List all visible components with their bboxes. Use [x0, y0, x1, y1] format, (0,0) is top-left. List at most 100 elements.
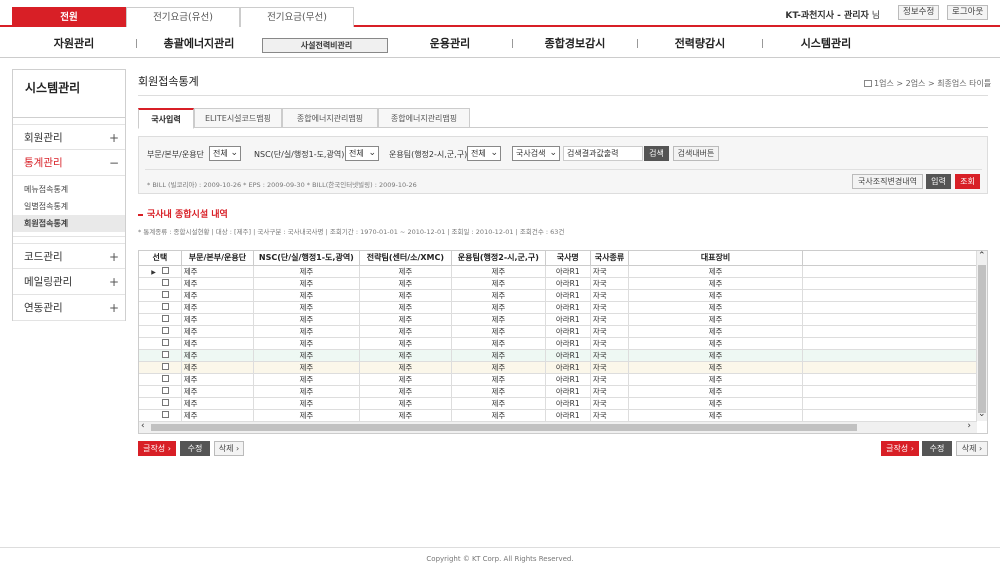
side-sub-menu-stats[interactable]: 메뉴접속통계	[13, 181, 125, 198]
table-row[interactable]: ▶ 제주제주제주제주아라R1자국제주	[139, 337, 977, 350]
row-checkbox[interactable]	[161, 374, 169, 382]
top-tab-wired-bill[interactable]: 전기요금(유선)	[126, 7, 240, 27]
scroll-up-icon[interactable]: ⌃	[978, 251, 986, 261]
table-cell-empty	[802, 409, 977, 422]
table-cell: 아라R1	[545, 301, 591, 314]
team-select[interactable]: 전체 ⌄	[467, 146, 501, 161]
gnb-energy[interactable]: 총괄에너지관리	[137, 29, 261, 58]
table-row[interactable]: ▶ 제주제주제주제주아라R1자국제주	[139, 409, 977, 422]
logout-button[interactable]: 로그아웃	[947, 5, 989, 20]
table-row[interactable]: ▶ 제주제주제주제주아라R1자국제주	[139, 397, 977, 410]
nsc-select[interactable]: 전체 ⌄	[345, 146, 379, 161]
search-result-input[interactable]: 검색결과값출력	[563, 146, 643, 161]
export-button[interactable]: 검색내버튼	[673, 146, 719, 161]
row-checkbox[interactable]	[161, 302, 169, 310]
edit-button-left[interactable]: 수정	[180, 441, 210, 456]
table-row[interactable]: ▶ 제주제주제주제주아라R1자국제주	[139, 301, 977, 314]
search-button[interactable]: 검색	[644, 146, 669, 161]
col-select[interactable]: 선택	[139, 251, 182, 266]
side-item-stats[interactable]: 통계관리 −	[13, 150, 125, 176]
table-row[interactable]: ▶ 제주제주제주제주아라R1자국제주	[139, 373, 977, 386]
table-row[interactable]: ▶ 제주제주제주제주아라R1자국제주	[139, 289, 977, 302]
table-cell: 제주	[628, 373, 803, 386]
col-strategy-team[interactable]: 전략팀(센터/소/XMC)	[359, 251, 453, 266]
user-name: KT-과천지사 - 관리자	[785, 11, 869, 21]
table-row[interactable]: ▶ 제주제주제주제주아라R1자국제주	[139, 313, 977, 326]
table-cell: 제주	[253, 397, 360, 410]
scroll-thumb[interactable]	[151, 424, 857, 431]
user-suffix: 님	[871, 11, 880, 21]
table-cell: 제주	[253, 325, 360, 338]
side-item-code[interactable]: 코드관리 +	[13, 243, 125, 269]
gnb-resource[interactable]: 자원관리	[12, 29, 136, 58]
row-checkbox[interactable]	[161, 398, 169, 406]
table-cell: 제주	[253, 313, 360, 326]
col-office-type[interactable]: 국사종류	[590, 251, 630, 266]
tab-elite-mapping[interactable]: ELITE시설코드맵핑	[194, 108, 282, 128]
row-checkbox[interactable]	[161, 350, 169, 358]
table-cell: 아라R1	[545, 409, 591, 422]
table-cell: 아라R1	[545, 289, 591, 302]
tab-energy-mapping-2[interactable]: 종합에너지관리맵핑	[378, 108, 470, 128]
org-change-history-button[interactable]: 국사조직변경내역	[852, 174, 923, 189]
table-cell: 제주	[451, 361, 546, 374]
query-button[interactable]: 조회	[955, 174, 980, 189]
row-checkbox[interactable]	[161, 278, 169, 286]
edit-button-right[interactable]: 수정	[922, 441, 952, 456]
scroll-down-icon[interactable]: ⌄	[978, 409, 986, 419]
vertical-scrollbar[interactable]: ⌃ ⌄	[976, 251, 987, 421]
side-item-mailing[interactable]: 메일링관리 +	[13, 269, 125, 295]
table-row[interactable]: ▶ 제주제주제주제주아라R1자국제주	[139, 385, 977, 398]
table-row[interactable]: ▶ 제주제주제주제주아라R1자국제주	[139, 277, 977, 290]
table-cell: 제주	[359, 373, 453, 386]
table-cell: 아라R1	[545, 361, 591, 374]
side-sub-daily-stats[interactable]: 일별접속통계	[13, 198, 125, 215]
top-tab-wireless-bill[interactable]: 전기요금(무선)	[240, 7, 354, 27]
table-row[interactable]: ▶ 제주제주제주제주아라R1자국제주	[139, 349, 977, 362]
col-operation-team[interactable]: 운용팀(행정2-시,군,구)	[451, 251, 546, 266]
table-cell: 제주	[253, 409, 360, 422]
table-cell: 제주	[628, 265, 803, 278]
write-button-left[interactable]: 글작성 ›	[138, 441, 176, 456]
row-checkbox[interactable]	[161, 314, 169, 322]
table-row[interactable]: ▶ 제주제주제주제주아라R1자국제주	[139, 265, 977, 278]
edit-profile-button[interactable]: 정보수정	[898, 5, 940, 20]
table-row[interactable]: ▶ 제주제주제주제주아라R1자국제주	[139, 361, 977, 374]
office-search-select[interactable]: 국사검색 ⌄	[512, 146, 560, 161]
scroll-right-icon[interactable]: ›	[967, 421, 971, 431]
gnb-private-power[interactable]: 사설전력비관리	[262, 38, 388, 53]
top-tab-power[interactable]: 전원	[12, 7, 126, 27]
row-checkbox[interactable]	[161, 326, 169, 334]
division-select[interactable]: 전체 ⌄	[209, 146, 241, 161]
scroll-left-icon[interactable]: ‹	[141, 421, 145, 431]
side-item-label: 연동관리	[24, 302, 63, 314]
gnb-system[interactable]: 시스템관리	[763, 29, 889, 58]
horizontal-scrollbar[interactable]: ‹ ›	[139, 421, 977, 433]
col-main-equipment[interactable]: 대표장비	[628, 251, 803, 266]
table-cell: 제주	[253, 361, 360, 374]
row-checkbox[interactable]	[161, 338, 169, 346]
row-checkbox[interactable]	[161, 410, 169, 418]
input-button[interactable]: 입력	[926, 174, 951, 189]
scroll-thumb[interactable]	[978, 265, 986, 413]
row-checkbox[interactable]	[161, 386, 169, 394]
col-office-name[interactable]: 국사명	[545, 251, 591, 266]
row-checkbox[interactable]	[161, 362, 169, 370]
row-checkbox[interactable]	[161, 266, 169, 274]
side-item-member[interactable]: 회원관리 +	[13, 124, 125, 150]
delete-button-left[interactable]: 삭제 ›	[214, 441, 244, 456]
table-cell-empty	[802, 277, 977, 290]
side-item-link[interactable]: 연동관리 +	[13, 295, 125, 321]
col-division[interactable]: 부문/본부/운용단	[181, 251, 255, 266]
row-checkbox[interactable]	[161, 290, 169, 298]
gnb-power-monitor[interactable]: 전력량감시	[638, 29, 762, 58]
delete-button-right[interactable]: 삭제 ›	[956, 441, 988, 456]
table-row[interactable]: ▶ 제주제주제주제주아라R1자국제주	[139, 325, 977, 338]
write-button-right[interactable]: 글작성 ›	[881, 441, 919, 456]
gnb-operation[interactable]: 운용관리	[388, 29, 512, 58]
tab-energy-mapping-1[interactable]: 종합에너지관리맵핑	[282, 108, 378, 128]
col-nsc[interactable]: NSC(단/실/행정1-도,광역)	[253, 251, 360, 266]
gnb-alarm[interactable]: 종합경보감시	[513, 29, 637, 58]
tab-office-input[interactable]: 국사입력	[138, 108, 194, 129]
side-sub-member-stats[interactable]: 회원접속통계	[13, 215, 125, 232]
